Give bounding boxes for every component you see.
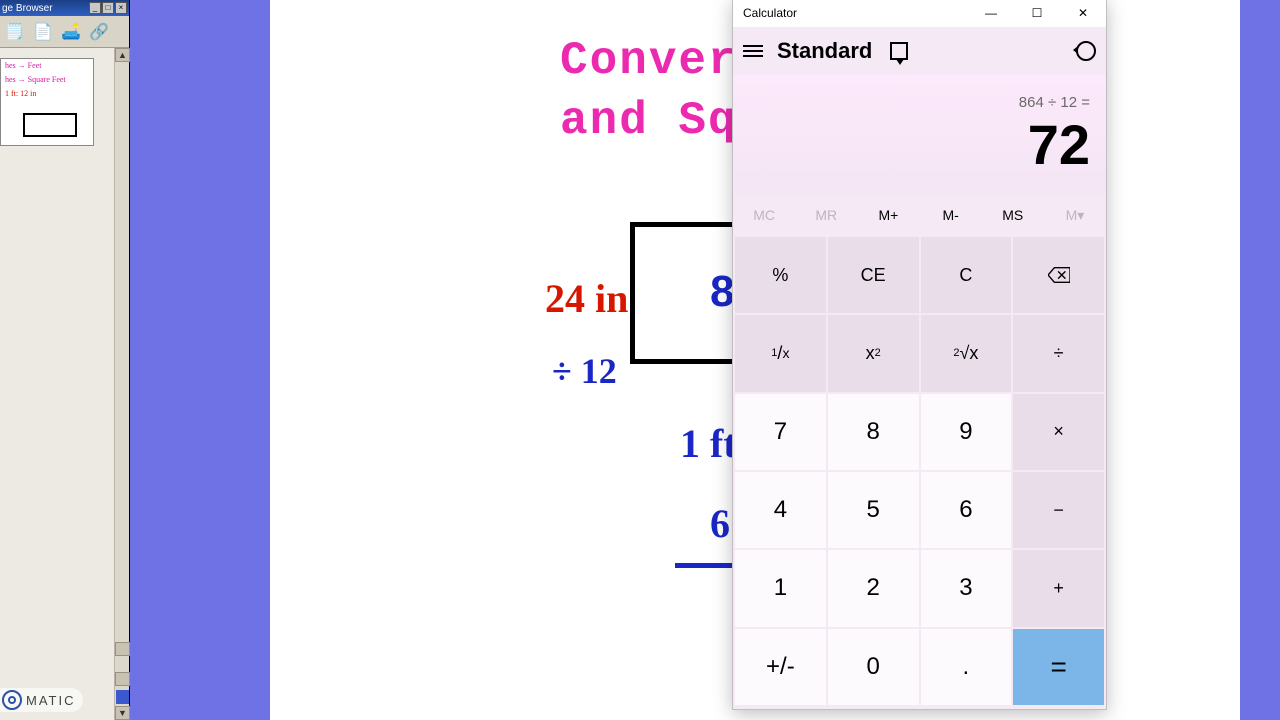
scroll-up-icon[interactable]: ▲ [115,48,130,62]
link-icon[interactable]: 🔗 [88,21,110,43]
hamburger-icon[interactable] [743,45,763,57]
thumb-line-2: hes → Square Feet [1,73,93,87]
watermark-ring-icon [2,690,22,710]
key-equals[interactable]: = [1013,629,1104,705]
pages-icon[interactable]: 📄 [32,21,54,43]
memory-m-[interactable]: M- [920,195,982,235]
key-percent[interactable]: % [735,237,826,313]
key-digit-CE[interactable]: CE [828,237,919,313]
page-browser-toolbar: 🗒️ 📄 🛋️ 🔗 [0,16,129,48]
key-digit-2[interactable]: 2 [828,550,919,626]
key-plus[interactable]: + [1013,550,1104,626]
memory-ms[interactable]: MS [982,195,1044,235]
key-digit-C[interactable]: C [921,237,1012,313]
key-negate[interactable]: +/- [735,629,826,705]
key-sqrt[interactable]: 2√x [921,315,1012,391]
handwriting-div12: ÷ 12 [552,350,617,392]
calculator-window[interactable]: Calculator — ☐ ✕ Standard 864 ÷ 12 = 72 … [732,0,1107,710]
key-digit-0[interactable]: 0 [828,629,919,705]
page-browser-thumb-area: hes → Feet hes → Square Feet 1 ft: 12 in… [0,48,129,720]
key-backspace[interactable] [1013,237,1104,313]
memory-mc: MC [733,195,795,235]
key-digit-6[interactable]: 6 [921,472,1012,548]
watermark: MATIC [0,688,83,712]
thumb-box [23,113,77,137]
lamp-icon[interactable]: 🛋️ [60,21,82,43]
page-browser-scrollbar[interactable]: ▲ ▼ [114,48,129,720]
calculator-title: Calculator [743,6,797,20]
calc-close-button[interactable]: ✕ [1060,0,1106,27]
key-multiply[interactable]: × [1013,394,1104,470]
key-digit-5[interactable]: 5 [828,472,919,548]
memory-mr: MR [795,195,857,235]
key-digit-3[interactable]: 3 [921,550,1012,626]
pb-maximize-button[interactable]: □ [102,2,114,14]
calculator-result: 72 [749,117,1090,173]
page-browser-titlebar[interactable]: ge Browser _ □ × [0,0,129,16]
page-thumbnail[interactable]: hes → Feet hes → Square Feet 1 ft: 12 in [0,58,94,146]
page-browser: ge Browser _ □ × 🗒️ 📄 🛋️ 🔗 hes → Feet he… [0,0,130,720]
key-digit-8[interactable]: 8 [828,394,919,470]
pb-close-button[interactable]: × [115,2,127,14]
scroll-thumb-a[interactable] [115,642,130,656]
key-reciprocal[interactable]: 1/x [735,315,826,391]
calculator-display: 864 ÷ 12 = 72 [733,75,1106,195]
memory-m+[interactable]: M+ [857,195,919,235]
keep-on-top-icon[interactable] [890,42,908,60]
stage: Converting Inche and Square Inche eet 36… [0,0,1280,720]
scroll-down-icon[interactable]: ▼ [115,706,130,720]
calculator-expression: 864 ÷ 12 = [749,94,1090,111]
scroll-thumb-b[interactable] [115,672,130,686]
key-digit-1[interactable]: 1 [735,550,826,626]
thumb-line-1: hes → Feet [1,59,93,73]
calculator-mode: Standard [777,38,872,64]
calculator-keypad: %CEC 1/xx22√x÷ 789× 456− 123+ +/-0.= [733,235,1106,709]
calc-minimize-button[interactable]: — [968,0,1014,27]
key-minus[interactable]: − [1013,472,1104,548]
scroll-pos-indicator [116,690,129,704]
key-decimal[interactable]: . [921,629,1012,705]
calculator-memory-row: MCMRM+M-MSM▾ [733,195,1106,235]
calculator-header: Standard [733,27,1106,75]
key-divide[interactable]: ÷ [1013,315,1104,391]
pb-minimize-button[interactable]: _ [89,2,101,14]
scroll-track[interactable] [115,62,129,706]
calc-maximize-button[interactable]: ☐ [1014,0,1060,27]
handwriting-24in: 24 in [545,275,628,322]
sticky-note-icon[interactable]: 🗒️ [4,21,26,43]
watermark-text: MATIC [26,693,75,708]
thumb-note: 1 ft: 12 in [1,87,93,101]
key-digit-7[interactable]: 7 [735,394,826,470]
history-icon[interactable] [1076,41,1096,61]
key-digit-9[interactable]: 9 [921,394,1012,470]
key-square[interactable]: x2 [828,315,919,391]
calculator-titlebar[interactable]: Calculator — ☐ ✕ [733,0,1106,27]
memory-mmenu: M▾ [1044,195,1106,235]
key-digit-4[interactable]: 4 [735,472,826,548]
page-browser-title: ge Browser [2,3,53,14]
